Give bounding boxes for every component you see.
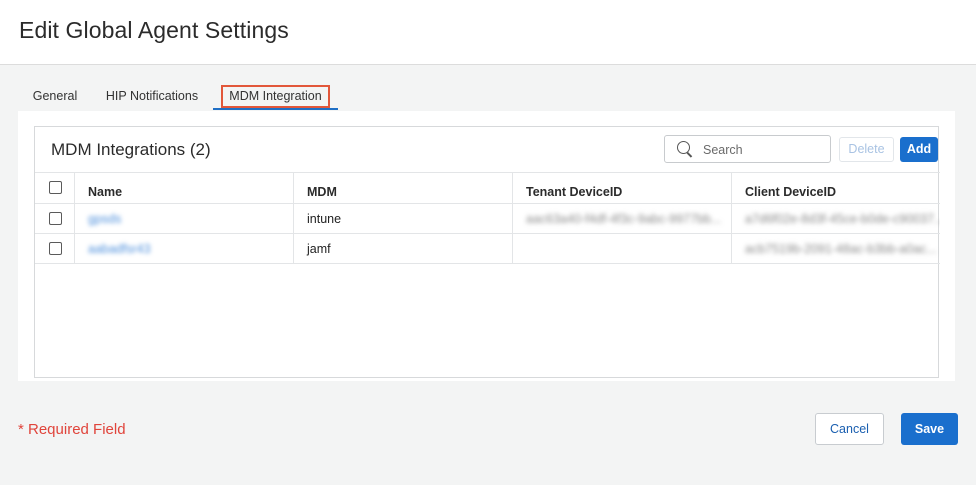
mdm-table: Name MDM Tenant DeviceID Client DeviceID… xyxy=(35,172,940,264)
dialog-header: Edit Global Agent Settings xyxy=(0,0,976,65)
row-checkbox[interactable] xyxy=(49,212,62,225)
table-header-row: Name MDM Tenant DeviceID Client DeviceID xyxy=(35,172,940,204)
table-row[interactable]: aabadfsr43 jamf acb7519b-2091-48ac-b3bb-… xyxy=(35,234,940,264)
cancel-button[interactable]: Cancel xyxy=(815,413,884,445)
delete-button[interactable]: Delete xyxy=(839,137,894,162)
save-button[interactable]: Save xyxy=(901,413,958,445)
tab-mdm-integration-label: MDM Integration xyxy=(221,85,330,108)
client-deviceid-cell: a7d6f02e-8d3f-45ce-b0de-c90037... xyxy=(745,212,940,226)
search-input[interactable] xyxy=(703,141,823,158)
tab-bar: General HIP Notifications MDM Integratio… xyxy=(18,82,955,112)
add-button[interactable]: Add xyxy=(900,137,938,162)
tab-mdm-integration[interactable]: MDM Integration xyxy=(213,82,338,110)
tab-hip-notifications[interactable]: HIP Notifications xyxy=(102,82,202,110)
tab-general[interactable]: General xyxy=(28,82,82,110)
required-field-note: * Required Field xyxy=(18,421,126,438)
column-header-tenant-deviceid[interactable]: Tenant DeviceID xyxy=(513,173,732,203)
dialog-title: Edit Global Agent Settings xyxy=(19,17,289,43)
column-header-mdm[interactable]: MDM xyxy=(294,173,513,203)
search-box[interactable] xyxy=(664,135,831,163)
card-title: MDM Integrations (2) xyxy=(51,140,211,159)
client-deviceid-cell: acb7519b-2091-48ac-b3bb-a0ac... xyxy=(745,242,937,256)
mdm-cell: jamf xyxy=(294,234,513,263)
column-header-name[interactable]: Name xyxy=(75,173,294,203)
column-header-client-deviceid[interactable]: Client DeviceID xyxy=(732,173,940,203)
tab-panel: MDM Integrations (2) Delete Add Name MDM… xyxy=(18,111,955,381)
row-checkbox[interactable] xyxy=(49,242,62,255)
table-row[interactable]: gpsds intune aac63a40-f4df-4f3c-9abc-997… xyxy=(35,204,940,234)
select-all-checkbox[interactable] xyxy=(49,181,62,194)
integration-name-link[interactable]: gpsds xyxy=(88,212,121,226)
mdm-cell: intune xyxy=(294,204,513,233)
search-icon xyxy=(677,141,693,157)
integration-name-link[interactable]: aabadfsr43 xyxy=(88,242,151,256)
tenant-deviceid-cell: aac63a40-f4df-4f3c-9abc-9977bb... xyxy=(526,212,722,226)
mdm-integrations-card: MDM Integrations (2) Delete Add Name MDM… xyxy=(34,126,940,378)
